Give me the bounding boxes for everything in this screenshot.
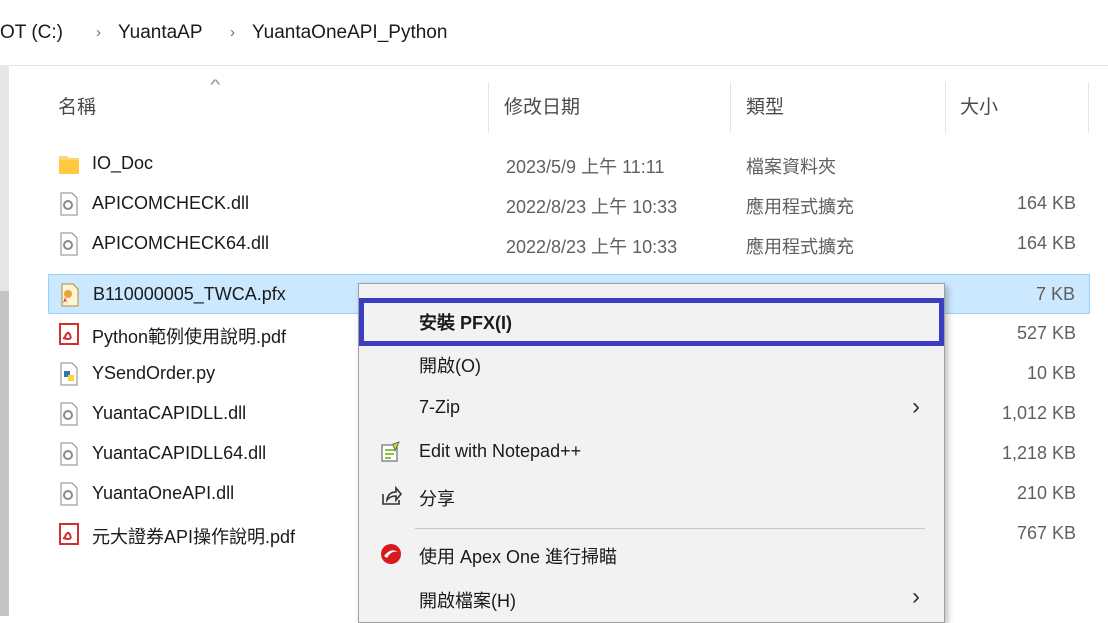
address-breadcrumb: OT (C:) › YuantaAP › YuantaOneAPI_Python <box>0 0 1108 66</box>
file-name: APICOMCHECK.dll <box>92 193 250 213</box>
dll-file-icon <box>60 192 78 216</box>
column-header-type[interactable]: 類型 <box>746 92 784 119</box>
file-name: APICOMCHECK64.dll <box>92 233 270 253</box>
file-size: 164 KB <box>1016 233 1076 253</box>
file-name: YuantaCAPIDLL.dll <box>92 403 247 423</box>
menu-item-label: Edit with Notepad++ <box>419 441 582 461</box>
certificate-file-icon <box>61 283 79 307</box>
breadcrumb-drive[interactable]: OT (C:) <box>0 22 63 44</box>
menu-item-label: 7-Zip <box>419 397 461 417</box>
sort-ascending-icon: ^ <box>210 76 221 92</box>
column-header-row: ^ 名稱 修改日期 類型 大小 <box>0 66 1108 133</box>
file-name: IO_Doc <box>92 153 154 173</box>
apex-one-icon <box>381 544 401 564</box>
dll-file-icon <box>60 442 78 466</box>
dll-file-icon <box>60 482 78 506</box>
file-type: 應用程式擴充 <box>746 237 854 257</box>
menu-item-label: 開啟檔案(H) <box>419 591 516 611</box>
breadcrumb-yuantaap[interactable]: YuantaAP <box>118 22 203 44</box>
file-type: 檔案資料夾 <box>746 157 836 177</box>
menu-item-label: 分享 <box>419 489 455 509</box>
file-date: 2022/8/23 上午 10:33 <box>506 197 678 217</box>
menu-item-apex-one-scan[interactable]: 使用 Apex One 進行掃瞄 <box>361 534 942 576</box>
menu-item-share[interactable]: 分享 <box>361 476 942 518</box>
navigation-pane-scrollbar[interactable] <box>0 66 9 616</box>
menu-item-7zip[interactable]: 7-Zip › <box>361 388 942 430</box>
dll-file-icon <box>60 232 78 256</box>
file-size: 210 KB <box>1016 483 1076 503</box>
menu-item-open-with[interactable]: 開啟檔案(H) › <box>361 578 942 620</box>
column-header-name[interactable]: 名稱 <box>58 92 96 119</box>
list-item[interactable]: APICOMCHECK64.dll 2022/8/23 上午 10:33 應用程… <box>48 224 1090 264</box>
column-header-date[interactable]: 修改日期 <box>504 92 580 119</box>
context-menu: 安裝 PFX(I) 開啟(O) 7-Zip › Edit with Notepa… <box>358 283 945 623</box>
file-size: 7 KB <box>1035 284 1075 304</box>
file-name: YuantaOneAPI.dll <box>92 483 235 503</box>
file-name: YSendOrder.py <box>92 363 216 383</box>
scrollbar-thumb[interactable] <box>0 291 9 616</box>
menu-item-edit-notepadpp[interactable]: Edit with Notepad++ <box>361 432 942 474</box>
column-divider[interactable] <box>730 82 731 133</box>
pdf-file-icon <box>59 523 79 545</box>
file-size: 1,012 KB <box>1001 403 1076 423</box>
menu-item-install-pfx[interactable]: 安裝 PFX(I) <box>359 298 944 346</box>
python-file-icon <box>60 362 78 386</box>
breadcrumb-current-folder[interactable]: YuantaOneAPI_Python <box>252 22 447 44</box>
list-item[interactable]: APICOMCHECK.dll 2022/8/23 上午 10:33 應用程式擴… <box>48 184 1090 224</box>
file-size: 164 KB <box>1016 193 1076 213</box>
column-divider[interactable] <box>1088 82 1089 133</box>
file-size: 767 KB <box>1016 523 1076 543</box>
menu-item-label: 安裝 PFX(I) <box>419 313 512 333</box>
file-name: B110000005_TWCA.pfx <box>93 284 286 304</box>
folder-icon <box>59 156 79 174</box>
file-name: 元大證券API操作說明.pdf <box>92 527 296 547</box>
list-item[interactable]: IO_Doc 2023/5/9 上午 11:11 檔案資料夾 <box>48 144 1090 184</box>
notepad-plus-plus-icon <box>381 441 400 462</box>
file-size: 527 KB <box>1016 323 1076 343</box>
share-icon <box>382 485 403 505</box>
menu-item-open[interactable]: 開啟(O) <box>361 343 942 385</box>
file-size: 10 KB <box>1026 363 1076 383</box>
file-size: 1,218 KB <box>1001 443 1076 463</box>
column-header-size[interactable]: 大小 <box>960 92 998 119</box>
submenu-arrow-icon: › <box>912 583 920 610</box>
file-date: 2023/5/9 上午 11:11 <box>506 157 665 177</box>
breadcrumb-separator[interactable]: › <box>230 24 235 41</box>
file-name: YuantaCAPIDLL64.dll <box>92 443 267 463</box>
dll-file-icon <box>60 402 78 426</box>
file-name: Python範例使用說明.pdf <box>92 327 287 347</box>
menu-separator <box>415 528 925 529</box>
breadcrumb-separator[interactable]: › <box>96 24 101 41</box>
column-divider[interactable] <box>488 82 489 133</box>
file-date: 2022/8/23 上午 10:33 <box>506 237 678 257</box>
pdf-file-icon <box>59 323 79 345</box>
menu-item-label: 使用 Apex One 進行掃瞄 <box>419 547 618 567</box>
file-type: 應用程式擴充 <box>746 197 854 217</box>
column-divider[interactable] <box>945 82 946 133</box>
submenu-arrow-icon: › <box>912 393 920 420</box>
menu-item-label: 開啟(O) <box>419 356 481 376</box>
